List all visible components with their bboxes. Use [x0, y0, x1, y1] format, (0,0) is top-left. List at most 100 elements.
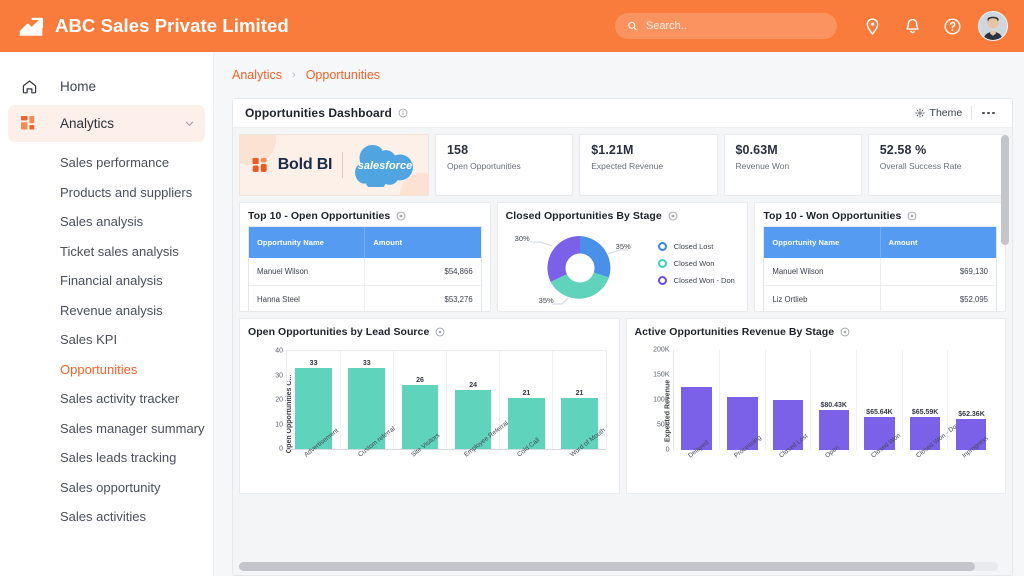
- search-box[interactable]: [615, 13, 837, 39]
- table-body: Manuel Wilson $69,130 Liz Ortlieb $52,09…: [764, 258, 997, 311]
- cell-amount: $53,276: [364, 285, 481, 311]
- sidebar-subitem-revenue-analysis[interactable]: Revenue analysis: [0, 296, 213, 326]
- scrollbar-thumb[interactable]: [239, 562, 976, 571]
- legend-item-closed-won[interactable]: Closed Won: [657, 259, 735, 268]
- sidebar-subitem-sales-activity-tracker[interactable]: Sales activity tracker: [0, 384, 213, 414]
- sub-label: Sales performance: [60, 155, 170, 171]
- theme-button[interactable]: Theme: [906, 107, 972, 119]
- search-input[interactable]: [645, 20, 825, 32]
- table-body: Manuel Wilson $54,866 Hanna Steel $53,27…: [249, 258, 481, 311]
- sidebar-item-home[interactable]: Home: [8, 68, 205, 105]
- bar-closed-lost[interactable]: Closed Lost: [772, 350, 810, 460]
- info-circle-icon[interactable]: [398, 108, 408, 118]
- info-circle-icon[interactable]: [840, 327, 850, 337]
- sidebar-subitem-opportunities[interactable]: Opportunities: [0, 355, 213, 385]
- sidebar-subitem-sales-leads-tracking[interactable]: Sales leads tracking: [0, 443, 213, 473]
- sidebar-subitem-sales-kpi[interactable]: Sales KPI: [0, 325, 213, 355]
- more-horizontal-icon[interactable]: [972, 111, 1004, 115]
- bar-inprogress[interactable]: $62.36K Inprogress: [955, 350, 990, 460]
- breadcrumb-item-opportunities[interactable]: Opportunities: [306, 68, 380, 82]
- bold-bi-text: Bold BI: [277, 156, 333, 173]
- table-row[interactable]: Manuel Wilson $69,130: [764, 258, 997, 286]
- cell-amount: $69,130: [880, 258, 997, 286]
- table-container[interactable]: Opportunity Name Amount Manuel Wilson $5…: [248, 226, 482, 311]
- sidebar-subitem-products-and-suppliers[interactable]: Products and suppliers: [0, 178, 213, 208]
- vertical-scrollbar[interactable]: [1001, 135, 1009, 559]
- bar-value-label: 33: [362, 360, 371, 368]
- column-header-opportunity-name[interactable]: Opportunity Name: [249, 227, 366, 258]
- table-row[interactable]: Manuel Wilson $54,866: [249, 258, 481, 286]
- sidebar-subitem-sales-manager-summary[interactable]: Sales manager summary: [0, 414, 213, 444]
- legend-item-closed-won-done[interactable]: Closed Won - Don: [657, 276, 735, 285]
- info-circle-icon[interactable]: [668, 211, 678, 221]
- legend-label: Closed Lost: [673, 242, 714, 251]
- widget-title-text: Top 10 - Open Opportunities: [248, 210, 391, 222]
- y-tick: 0: [279, 445, 283, 453]
- bell-icon[interactable]: [903, 17, 922, 36]
- revenue-by-stage-chart: Expected Revenue 0 50K 100K 150K 200K De…: [635, 344, 998, 493]
- y-tick: 150K: [653, 371, 670, 379]
- sidebar-subitem-ticket-sales-analysis[interactable]: Ticket sales analysis: [0, 237, 213, 267]
- info-circle-icon[interactable]: [396, 211, 406, 221]
- widget-title: Active Opportunities Revenue By Stage: [627, 319, 1006, 342]
- sidebar-subitem-sales-opportunity[interactable]: Sales opportunity: [0, 473, 213, 503]
- y-tick: 0: [665, 446, 670, 454]
- bar-delayed[interactable]: Delayed: [681, 350, 712, 460]
- salesforce-wordmark: salesforce: [358, 160, 412, 172]
- sidebar-subitem-sales-performance[interactable]: Sales performance: [0, 148, 213, 178]
- table-container[interactable]: Opportunity Name Amount Manuel Wilson $6…: [763, 226, 998, 311]
- kpi-card-revenue-won: $0.63M Revenue Won: [723, 134, 862, 196]
- avatar-image: [979, 12, 1007, 40]
- bar-site-visitors[interactable]: 26 Site Visitors: [401, 351, 441, 459]
- cell-opportunity-name: Hanna Steel: [249, 285, 366, 311]
- widget-title: Top 10 - Open Opportunities: [240, 203, 490, 226]
- kpi-value: 52.58 %: [879, 143, 927, 157]
- bar-closed-won-done[interactable]: $65.59K Closed Won - Done: [909, 350, 964, 460]
- column-header-opportunity-name[interactable]: Opportunity Name: [764, 227, 881, 258]
- sub-label: Sales activity tracker: [60, 391, 180, 407]
- dashboard-canvas: Bold BI salesforce 158 Open Opportunitie…: [233, 128, 1012, 575]
- widget-title-text: Closed Opportunities By Stage: [505, 210, 662, 222]
- bar-closed-won[interactable]: $65.64K Closed Won: [864, 350, 902, 460]
- horizontal-scrollbar[interactable]: [239, 562, 998, 571]
- kpi-value: $1.21M: [591, 143, 634, 157]
- widget-open-opportunities-by-lead-source: Open Opportunities by Lead Source Open O…: [239, 318, 620, 494]
- table-row[interactable]: Liz Ortlieb $52,095: [764, 285, 997, 311]
- avatar[interactable]: [978, 11, 1008, 41]
- sidebar-subitem-sales-activities[interactable]: Sales activities: [0, 502, 213, 532]
- kpi-card-overall-success-rate: 52.58 % Overall Success Rate: [867, 134, 1006, 196]
- breadcrumb-item-analytics[interactable]: Analytics: [232, 68, 282, 82]
- sub-label: Ticket sales analysis: [60, 243, 179, 259]
- sidebar-subitem-sales-analysis[interactable]: Sales analysis: [0, 207, 213, 237]
- bar-employee-referral[interactable]: 24 Employee Referral: [454, 351, 510, 459]
- salesforce-logo-icon: salesforce: [355, 144, 414, 187]
- bar-advertisement[interactable]: 33 Advertisement: [295, 351, 340, 459]
- bar-custom-referral[interactable]: 33 Custom referral: [348, 351, 396, 459]
- sidebar-item-analytics[interactable]: Analytics: [8, 105, 205, 142]
- bar-processing[interactable]: Processing: [727, 350, 762, 460]
- location-pin-icon[interactable]: [863, 17, 882, 36]
- legend-item-closed-lost[interactable]: Closed Lost: [657, 242, 735, 251]
- widget-active-opportunities-revenue-by-stage: Active Opportunities Revenue By Stage Ex…: [625, 318, 1006, 494]
- info-circle-icon[interactable]: [435, 327, 445, 337]
- bar-word-of-mouth[interactable]: 21 Word of Mouth: [561, 351, 607, 459]
- sidebar-subitem-financial-analysis[interactable]: Financial analysis: [0, 266, 213, 296]
- brand[interactable]: ABC Sales Private Limited: [18, 13, 289, 39]
- scrollbar-thumb[interactable]: [1001, 135, 1009, 246]
- logo-divider: [342, 152, 344, 178]
- widget-top10-won-opportunities: Top 10 - Won Opportunities Opportunity N…: [754, 202, 1007, 312]
- dashboard-panel: Opportunities Dashboard Theme Bold BI sa…: [232, 98, 1013, 576]
- won-opportunities-table: Opportunity Name Amount Manuel Wilson $6…: [764, 227, 997, 311]
- kpi-card-expected-revenue: $1.21M Expected Revenue: [579, 134, 718, 196]
- table-row[interactable]: Hanna Steel $53,276: [249, 285, 481, 311]
- column-header-amount[interactable]: Amount: [880, 227, 997, 258]
- bar-open[interactable]: $80.43K Open: [818, 350, 849, 460]
- y-tick: 10: [275, 421, 283, 428]
- breadcrumb-separator: ›: [292, 69, 296, 81]
- bold-bi-logo: Bold BI: [251, 155, 333, 175]
- bar-cold-call[interactable]: 21 Cold Call: [508, 351, 545, 459]
- info-circle-icon[interactable]: [907, 211, 917, 221]
- kpi-label: Overall Success Rate: [879, 161, 962, 171]
- help-circle-icon[interactable]: [943, 17, 962, 36]
- column-header-amount[interactable]: Amount: [364, 227, 481, 258]
